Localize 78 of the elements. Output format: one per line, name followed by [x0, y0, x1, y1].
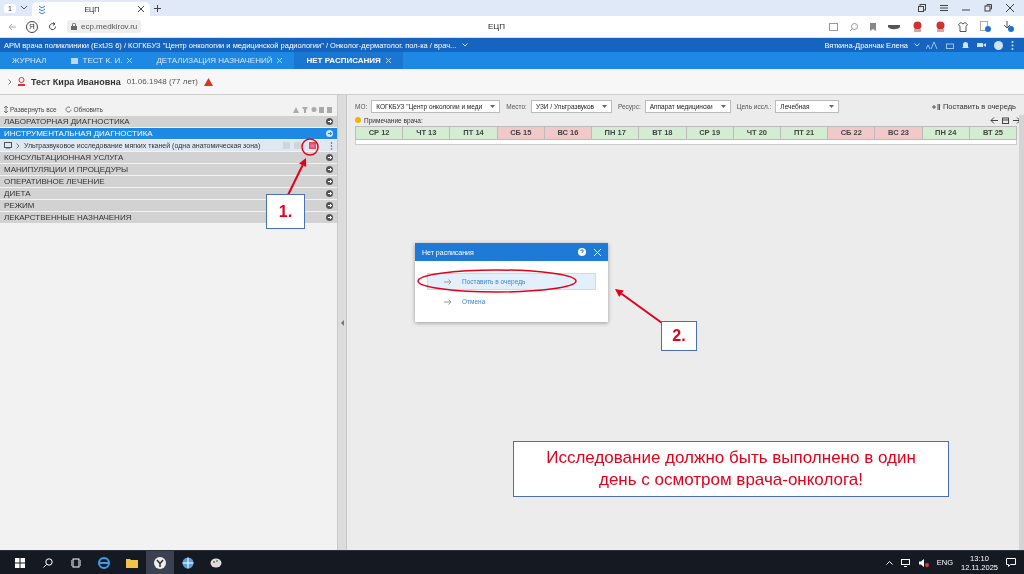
chevron-right-icon[interactable] [8, 78, 12, 85]
calendar-icon[interactable] [1002, 116, 1009, 124]
chevron-right-icon[interactable] [16, 142, 20, 149]
scrollbar[interactable] [1019, 115, 1024, 550]
note-icon [355, 117, 361, 123]
caret-down-icon [601, 105, 607, 108]
patient-birth-date: 01.06.1948 (77 лет) [126, 77, 198, 86]
category-row[interactable]: ИНСТРУМЕНТАЛЬНАЯ ДИАГНОСТИКА [0, 128, 337, 139]
close-icon[interactable] [137, 6, 144, 12]
category-row[interactable]: КОНСУЛЬТАЦИОННАЯ УСЛУГА [0, 152, 337, 163]
help-icon[interactable] [994, 40, 1003, 50]
category-row[interactable]: ЛАБОРАТОРНАЯ ДИАГНОСТИКА [0, 116, 337, 127]
caret-up-icon[interactable] [885, 560, 893, 565]
add-to-queue-icon [931, 103, 940, 110]
arrow-right-icon [444, 278, 452, 285]
next-arrow-icon[interactable] [1013, 116, 1021, 124]
restore-icon[interactable] [984, 4, 992, 12]
site-logo-icon [37, 4, 46, 14]
more-icon[interactable] [330, 141, 333, 150]
category-row[interactable]: ОПЕРАТИВНОЕ ЛЕЧЕНИЕ [0, 176, 337, 187]
image-icon[interactable] [829, 22, 838, 31]
bookmark-icon[interactable] [870, 22, 876, 31]
bell-icon[interactable] [962, 41, 969, 49]
callout-number: 2. [661, 321, 697, 351]
annotation-arrow [615, 289, 663, 324]
category-label: РЕЖИМ [4, 201, 35, 210]
person-icon [18, 77, 25, 86]
annotation-circle [301, 138, 319, 156]
category-label: ОПЕРАТИВНОЕ ЛЕЧЕНИЕ [4, 177, 105, 186]
category-row[interactable]: ДИЕТА [0, 188, 337, 199]
warning-icon [203, 77, 213, 86]
previous-arrow-icon[interactable] [990, 116, 998, 124]
annotation-arrow [287, 158, 307, 196]
help-icon[interactable] [578, 248, 586, 256]
menu-icon[interactable] [940, 5, 948, 11]
folder-icon [70, 57, 78, 64]
caret-down-icon [720, 105, 726, 108]
close-icon[interactable] [1006, 4, 1014, 12]
edge-browser-icon[interactable] [98, 556, 110, 569]
task-view-icon[interactable] [71, 557, 81, 568]
callout-number: 1. [266, 194, 305, 229]
monitor-icon [4, 142, 12, 149]
copy-icon[interactable] [918, 4, 926, 12]
shirt-icon[interactable] [958, 21, 968, 32]
plus-icon[interactable] [153, 4, 161, 12]
chevron-down-icon[interactable] [19, 5, 28, 11]
category-label: МАНИПУЛЯЦИИ И ПРОЦЕДУРЫ [4, 165, 129, 174]
category-label: ДИЕТА [4, 189, 31, 198]
patient-name: Тест Кира Ивановна [31, 76, 121, 87]
category-label: ИНСТРУМЕНТАЛЬНАЯ ДИАГНОСТИКА [4, 129, 153, 138]
category-row[interactable]: МАНИПУЛЯЦИИ И ПРОЦЕДУРЫ [0, 164, 337, 175]
folder-icon[interactable] [126, 557, 138, 568]
network-icon[interactable] [900, 558, 911, 567]
annotation-note: Исследование должно быть выполнено в один день с осмотром врача-онколога! [513, 441, 949, 497]
arrow-right-icon [444, 298, 452, 305]
download-icon[interactable] [1003, 21, 1014, 32]
collapse-handle-icon[interactable] [340, 319, 344, 326]
category-label: ЛЕКАРСТВЕННЫЕ НАЗНАЧЕНИЯ [4, 213, 132, 222]
category-label: ЛАБОРАТОРНАЯ ДИАГНОСТИКА [4, 117, 130, 126]
address-field[interactable]: ecp.medkirov.ru [67, 20, 142, 33]
category-label: КОНСУЛЬТАЦИОННАЯ УСЛУГА [4, 153, 124, 162]
globe-icon[interactable] [182, 556, 194, 569]
notification-icon[interactable] [1006, 558, 1016, 567]
app-tab[interactable]: НЕТ РАСПИСАНИЯ [294, 52, 403, 69]
expand-icon [4, 106, 8, 113]
paint-icon[interactable] [210, 556, 222, 569]
refresh-icon [64, 106, 72, 113]
page-title: ЕЦП [488, 22, 505, 31]
reload-icon[interactable] [48, 22, 57, 31]
windows-logo-icon[interactable] [15, 557, 25, 568]
speaker-muted-icon[interactable] [918, 558, 929, 567]
caret-down-icon [490, 105, 496, 108]
search-icon[interactable] [43, 557, 53, 568]
more-icon[interactable] [1011, 40, 1014, 50]
camera-icon[interactable] [977, 42, 986, 48]
lock-icon [71, 23, 77, 30]
browser-y-icon[interactable] [154, 556, 166, 569]
caret-down-icon [829, 105, 835, 108]
